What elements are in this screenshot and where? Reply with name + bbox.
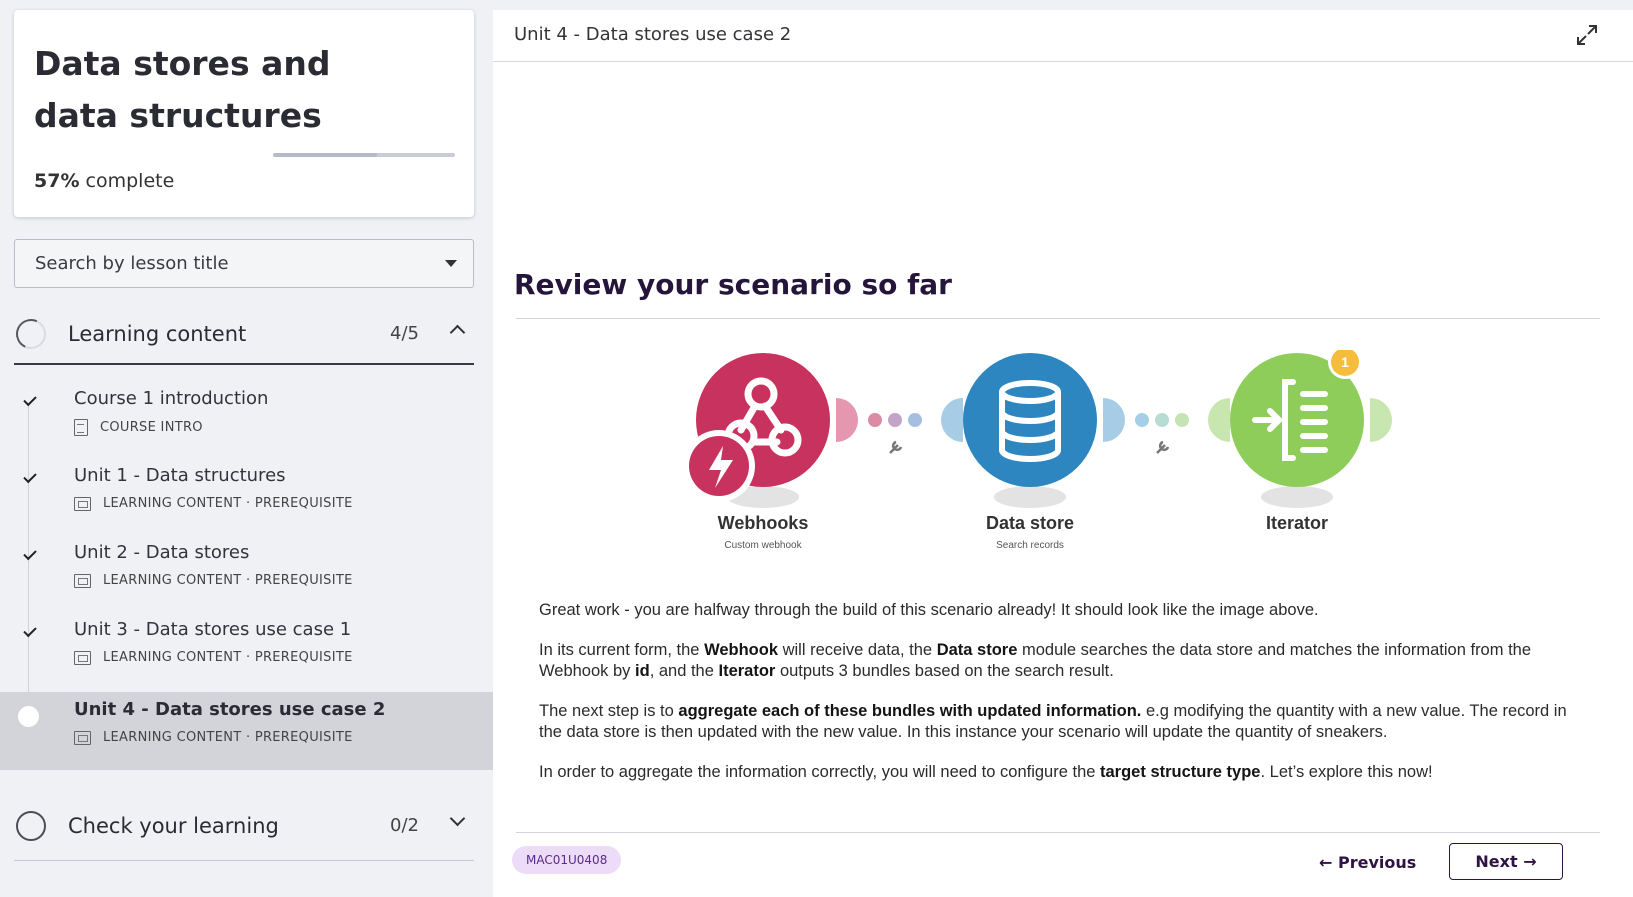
caret-down-icon xyxy=(445,260,457,267)
course-summary-card: Data stores and data structures 57% comp… xyxy=(14,10,474,217)
presentation-icon xyxy=(74,650,91,665)
lesson-item-unit-4-active[interactable]: Unit 4 - Data stores use case 2 LEARNING… xyxy=(0,692,493,770)
progress-suffix: complete xyxy=(79,170,175,192)
paragraph-2: In its current form, the Webhook will re… xyxy=(539,641,1532,680)
lesson-meta: LEARNING CONTENT · PREREQUISITE xyxy=(74,650,353,665)
divider xyxy=(516,318,1600,319)
paragraph-3: The next step is to aggregate each of th… xyxy=(539,702,1567,741)
checkmark-icon xyxy=(23,392,37,407)
lesson-title: Course 1 introduction xyxy=(74,388,269,409)
presentation-icon xyxy=(74,730,91,745)
expand-fullscreen-icon[interactable] xyxy=(1576,24,1598,46)
section-check-your-learning[interactable]: Check your learning 0/2 xyxy=(14,797,474,861)
lesson-title: Unit 2 - Data stores xyxy=(74,542,250,563)
presentation-icon xyxy=(74,496,91,511)
lesson-meta: COURSE INTRO xyxy=(74,419,203,436)
chevron-up-icon[interactable] xyxy=(449,324,466,341)
section-title: Learning content xyxy=(68,322,247,346)
chevron-down-icon[interactable] xyxy=(449,810,466,827)
lesson-item-course-intro[interactable]: Course 1 introduction COURSE INTRO xyxy=(0,381,474,459)
course-progress-fill xyxy=(273,153,377,157)
search-placeholder: Search by lesson title xyxy=(35,253,229,274)
lesson-item-unit-1[interactable]: Unit 1 - Data structures LEARNING CONTEN… xyxy=(0,458,474,536)
lesson-item-unit-2[interactable]: Unit 2 - Data stores LEARNING CONTENT · … xyxy=(0,535,474,613)
checkmark-icon xyxy=(23,546,37,561)
lesson-meta: LEARNING CONTENT · PREREQUISITE xyxy=(74,573,353,588)
section-title: Check your learning xyxy=(68,814,279,838)
lesson-code-badge: MAC01U0408 xyxy=(512,846,622,874)
lesson-item-unit-3[interactable]: Unit 3 - Data stores use case 1 LEARNING… xyxy=(0,612,474,690)
footer-divider xyxy=(516,832,1600,833)
presentation-icon xyxy=(74,573,91,588)
lesson-meta-text: LEARNING CONTENT · PREREQUISITE xyxy=(103,650,353,665)
paragraph-4: In order to aggregate the information co… xyxy=(539,763,1433,781)
section-count: 0/2 xyxy=(390,815,419,836)
section-heading: Review your scenario so far xyxy=(514,268,952,301)
lesson-meta-text: LEARNING CONTENT · PREREQUISITE xyxy=(103,496,353,511)
lesson-title: Unit 3 - Data stores use case 1 xyxy=(74,619,352,640)
course-progress-bar xyxy=(273,153,455,157)
course-title: Data stores and data structures xyxy=(34,44,331,135)
iterator-badge: 1 xyxy=(1341,354,1349,370)
previous-button[interactable]: ← Previous xyxy=(1319,846,1416,880)
module-label-iterator: Iterator xyxy=(1266,513,1328,533)
lesson-content-panel: Unit 4 - Data stores use case 2 Review y… xyxy=(493,10,1633,897)
next-button[interactable]: Next → xyxy=(1449,843,1563,880)
section-count: 4/5 xyxy=(390,323,419,344)
checkmark-icon xyxy=(23,623,37,638)
module-sublabel-data-store: Search records xyxy=(996,540,1064,551)
lesson-meta-text: LEARNING CONTENT · PREREQUISITE xyxy=(103,573,353,588)
module-label-webhooks: Webhooks xyxy=(718,513,809,533)
lesson-body-text: Great work - you are halfway through the… xyxy=(539,600,1579,802)
lesson-meta: LEARNING CONTENT · PREREQUISITE xyxy=(74,496,353,511)
lesson-title: Unit 4 - Data stores use case 2 xyxy=(74,699,386,720)
checkmark-icon xyxy=(23,469,37,484)
lesson-header-title: Unit 4 - Data stores use case 2 xyxy=(514,24,792,45)
module-label-data-store: Data store xyxy=(986,513,1074,533)
lesson-meta-text: COURSE INTRO xyxy=(100,420,203,435)
section-progress-ring-icon xyxy=(16,811,46,841)
lesson-search-dropdown[interactable]: Search by lesson title xyxy=(14,239,474,288)
lesson-title: Unit 1 - Data structures xyxy=(74,465,286,486)
document-icon xyxy=(74,419,88,436)
lesson-meta: LEARNING CONTENT · PREREQUISITE xyxy=(74,730,353,745)
lesson-meta-text: LEARNING CONTENT · PREREQUISITE xyxy=(103,730,353,745)
paragraph-1: Great work - you are halfway through the… xyxy=(539,601,1319,619)
section-progress-ring-icon xyxy=(11,314,51,354)
scenario-diagram: 1 Webhooks Custom webhook Data store Sea… xyxy=(683,350,1392,551)
module-sublabel-webhooks: Custom webhook xyxy=(724,540,802,551)
current-lesson-dot-icon xyxy=(18,706,39,727)
section-learning-content[interactable]: Learning content 4/5 xyxy=(11,305,474,365)
progress-percent: 57% xyxy=(34,170,80,192)
lesson-header: Unit 4 - Data stores use case 2 xyxy=(493,10,1633,62)
progress-text: 57% complete xyxy=(34,170,174,192)
